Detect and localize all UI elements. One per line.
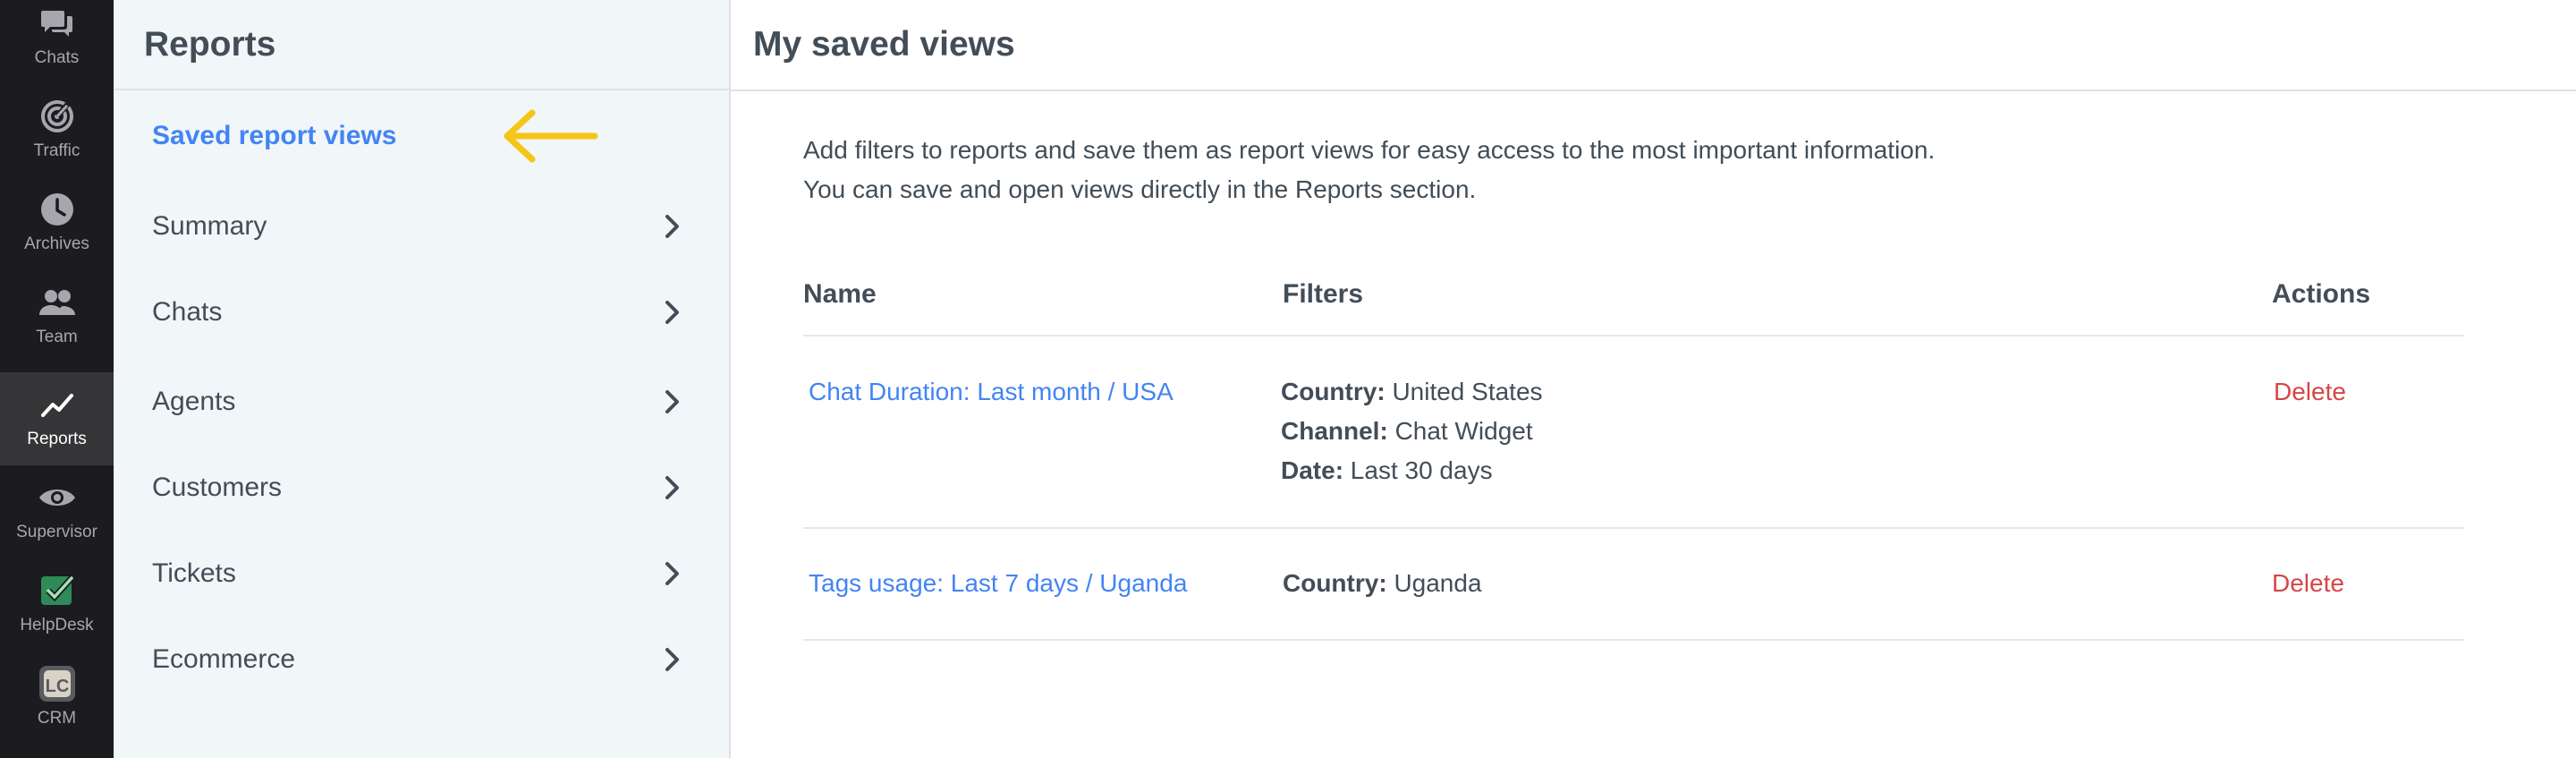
column-header-name: Name — [803, 279, 877, 309]
column-header-filters: Filters — [1283, 279, 1364, 309]
rail-label: HelpDesk — [20, 616, 94, 635]
filter-key: Date: — [1281, 456, 1344, 484]
traffic-radar-icon — [38, 97, 77, 136]
rail-label: Supervisor — [16, 523, 97, 541]
column-header-actions: Actions — [2272, 279, 2371, 309]
subnav-item-tickets[interactable]: Tickets — [114, 533, 729, 614]
subnav-item-saved-report-views[interactable]: Saved report views — [114, 96, 729, 176]
filter-key: Country: — [1283, 569, 1387, 597]
delete-button[interactable]: Delete — [2272, 569, 2344, 598]
yellow-arrow-annotation-icon — [504, 109, 598, 163]
subnav-header: Reports — [114, 0, 729, 90]
chevron-right-icon — [665, 390, 679, 413]
main-header: My saved views — [731, 0, 2576, 91]
main-content: My saved views Add filters to reports an… — [731, 0, 2576, 758]
svg-text:LC: LC — [45, 677, 69, 696]
filter-line: Channel: Chat Widget — [1281, 412, 1543, 451]
rail-item-crm[interactable]: LC CRM — [0, 652, 114, 745]
intro-line: Add filters to reports and save them as … — [803, 136, 1936, 164]
filter-value: United States — [1392, 378, 1543, 405]
rail-item-archives[interactable]: Archives — [0, 177, 114, 270]
subnav-item-label: Tickets — [152, 558, 236, 588]
rail-label: Reports — [27, 430, 87, 448]
eye-icon — [38, 478, 77, 517]
subnav-item-label: Saved report views — [152, 121, 397, 150]
filters-cell: Country: Uganda — [1283, 564, 1482, 603]
page-title: My saved views — [753, 25, 1015, 64]
view-name-link[interactable]: Tags usage: Last 7 days / Uganda — [809, 569, 1187, 598]
filter-line: Country: Uganda — [1283, 564, 1482, 603]
subnav-title: Reports — [144, 24, 276, 64]
subnav-item-ecommerce[interactable]: Ecommerce — [114, 619, 729, 700]
filters-cell: Country: United States Channel: Chat Wid… — [1281, 372, 1543, 490]
team-people-icon — [38, 283, 77, 322]
intro-text: Add filters to reports and save them as … — [803, 131, 1935, 209]
reports-subnav: Reports Saved report views Summary Chats… — [114, 0, 731, 758]
rail-item-traffic[interactable]: Traffic — [0, 84, 114, 177]
header-divider — [803, 335, 2464, 336]
subnav-item-label: Customers — [152, 473, 283, 502]
chevron-right-icon — [665, 301, 679, 324]
rail-item-supervisor[interactable]: Supervisor — [0, 465, 114, 558]
row-divider — [803, 527, 2464, 529]
view-name-link[interactable]: Chat Duration: Last month / USA — [809, 378, 1174, 406]
rail-label: Traffic — [33, 141, 80, 160]
clock-icon — [38, 190, 77, 229]
subnav-item-label: Summary — [152, 211, 267, 241]
rail-label: Archives — [24, 234, 89, 253]
filter-value: Uganda — [1394, 569, 1482, 597]
filter-line: Date: Last 30 days — [1281, 451, 1543, 490]
rail-item-reports[interactable]: Reports — [0, 372, 114, 465]
subnav-item-label: Chats — [152, 297, 223, 327]
subnav-item-label: Agents — [152, 387, 236, 416]
row-divider — [803, 639, 2464, 641]
rail-item-team[interactable]: Team — [0, 270, 114, 363]
chevron-right-icon — [665, 562, 679, 585]
chevron-right-icon — [665, 648, 679, 671]
subnav-item-summary[interactable]: Summary — [114, 186, 729, 267]
rail-item-chats[interactable]: Chats — [0, 0, 114, 84]
chat-bubbles-icon — [38, 4, 77, 43]
subnav-item-label: Ecommerce — [152, 644, 296, 674]
chevron-right-icon — [665, 476, 679, 499]
filter-value: Chat Widget — [1394, 417, 1533, 445]
filter-line: Country: United States — [1281, 372, 1543, 412]
filter-key: Country: — [1281, 378, 1385, 405]
line-chart-icon — [38, 385, 77, 424]
rail-label: Chats — [34, 48, 80, 67]
subnav-item-customers[interactable]: Customers — [114, 447, 729, 528]
crm-lc-icon: LC — [38, 664, 77, 703]
chevron-right-icon — [665, 215, 679, 238]
filter-key: Channel: — [1281, 417, 1388, 445]
intro-line: You can save and open views directly in … — [803, 175, 1477, 203]
rail-label: Team — [36, 328, 78, 346]
rail-item-helpdesk[interactable]: HelpDesk — [0, 558, 114, 652]
delete-button[interactable]: Delete — [2274, 378, 2346, 406]
subnav-item-agents[interactable]: Agents — [114, 362, 729, 442]
filter-value: Last 30 days — [1350, 456, 1493, 484]
helpdesk-check-icon — [38, 571, 77, 610]
subnav-item-chats[interactable]: Chats — [114, 272, 729, 353]
app-icon-rail: Chats Traffic Archives Team Reports Supe… — [0, 0, 114, 758]
rail-label: CRM — [37, 709, 77, 728]
